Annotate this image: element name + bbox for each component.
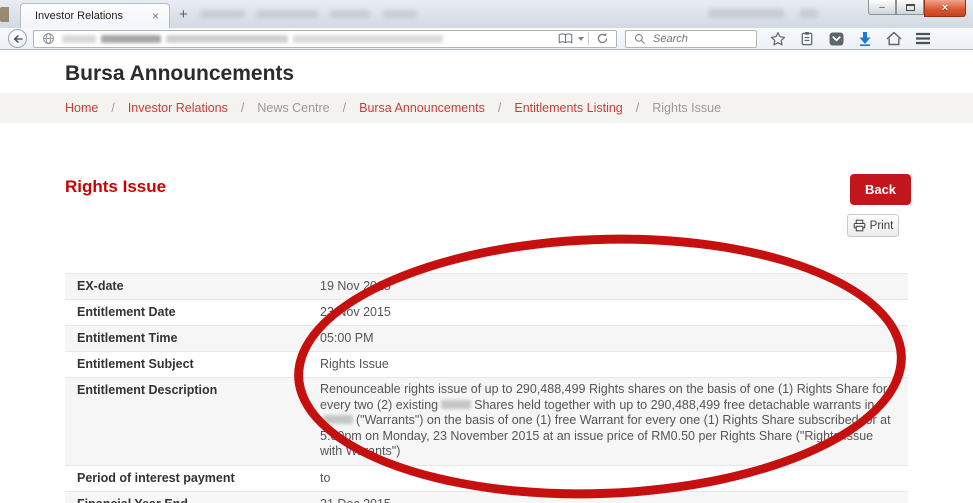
chevron-down-icon[interactable]	[578, 37, 584, 41]
breadcrumb-separator: /	[343, 101, 346, 115]
row-label: Entitlement Description	[65, 378, 308, 465]
print-label: Print	[870, 220, 894, 232]
row-label: EX-date	[65, 274, 308, 299]
row-value: 19 Nov 2015	[308, 274, 908, 299]
back-nav-button[interactable]	[8, 29, 27, 48]
breadcrumb: Home / Investor Relations / News Centre …	[0, 93, 973, 123]
row-value: to	[308, 466, 908, 491]
description-part: Shares held together with up to 290,488,…	[474, 398, 874, 412]
table-row-entitlement-subject: Entitlement Subject Rights Issue	[65, 352, 908, 378]
maximize-icon	[906, 4, 915, 11]
tab-title: Investor Relations	[35, 10, 150, 22]
download-icon[interactable]	[856, 30, 874, 48]
redacted-url	[101, 35, 161, 43]
redacted-url	[166, 35, 288, 43]
tab-investor-relations[interactable]: Investor Relations ×	[20, 3, 170, 28]
redacted-url	[62, 35, 96, 43]
page-content: Bursa Announcements Home / Investor Rela…	[0, 50, 973, 503]
breadcrumb-separator: /	[111, 101, 114, 115]
description-part: ("Warrants") on the basis of one (1) fre…	[320, 413, 891, 458]
row-label: Entitlement Subject	[65, 352, 308, 377]
redacted-text	[330, 10, 370, 18]
redacted-url	[293, 35, 443, 43]
minimize-button[interactable]: –	[868, 0, 896, 15]
breadcrumb-separator: /	[636, 101, 639, 115]
globe-icon	[39, 30, 57, 48]
tab-close-icon[interactable]: ×	[150, 10, 161, 22]
reader-view-icon[interactable]	[556, 30, 574, 48]
breadcrumb-separator: /	[241, 101, 244, 115]
divider	[588, 32, 589, 45]
row-value: 05:00 PM	[308, 326, 908, 351]
row-label: Entitlement Time	[65, 326, 308, 351]
breadcrumb-home[interactable]: Home	[65, 101, 98, 115]
reload-icon[interactable]	[593, 30, 611, 48]
breadcrumb-entitlements-listing[interactable]: Entitlements Listing	[514, 101, 622, 115]
table-row-entitlement-date: Entitlement Date 23 Nov 2015	[65, 300, 908, 326]
new-tab-button[interactable]: +	[179, 6, 188, 23]
breadcrumb-news-centre: News Centre	[257, 101, 329, 115]
row-label: Entitlement Date	[65, 300, 308, 325]
url-bar[interactable]	[33, 30, 617, 48]
bookmarks-clipboard-icon[interactable]	[798, 30, 816, 48]
bookmark-star-icon[interactable]	[769, 30, 787, 48]
row-label: Financial Year End	[65, 492, 308, 503]
close-button[interactable]: ×	[924, 0, 966, 17]
printer-icon	[853, 219, 866, 232]
table-row-ex-date: EX-date 19 Nov 2015	[65, 274, 908, 300]
search-input[interactable]	[653, 33, 743, 45]
table-row-entitlement-description: Entitlement Description Renounceable rig…	[65, 378, 908, 466]
row-value-description: Renounceable rights issue of up to 290,4…	[308, 378, 908, 465]
table-row-entitlement-time: Entitlement Time 05:00 PM	[65, 326, 908, 352]
browser-window: Investor Relations × + – ×	[0, 0, 973, 503]
print-button[interactable]: Print	[847, 214, 899, 237]
redacted-text	[256, 10, 318, 18]
titlebar: Investor Relations × + – ×	[0, 0, 973, 28]
row-label: Period of interest payment	[65, 466, 308, 491]
table-row-financial-year-end: Financial Year End 31 Dec 2015	[65, 492, 908, 503]
breadcrumb-separator: /	[498, 101, 501, 115]
redacted-text	[383, 10, 417, 18]
maximize-button[interactable]	[896, 0, 924, 15]
page-title: Bursa Announcements	[65, 62, 294, 86]
window-edge	[0, 7, 9, 22]
window-controls: – ×	[868, 0, 966, 17]
redacted-company-name	[323, 415, 353, 424]
section-heading: Rights Issue	[65, 177, 166, 197]
pocket-icon[interactable]	[827, 30, 845, 48]
breadcrumb-bursa-announcements[interactable]: Bursa Announcements	[359, 101, 485, 115]
redacted-text	[800, 9, 818, 18]
menu-hamburger-icon[interactable]	[914, 30, 932, 48]
redacted-text	[200, 10, 245, 18]
breadcrumb-investor-relations[interactable]: Investor Relations	[128, 101, 228, 115]
back-button[interactable]: Back	[850, 174, 911, 205]
home-icon[interactable]	[885, 30, 903, 48]
breadcrumb-rights-issue: Rights Issue	[652, 101, 721, 115]
back-arrow-icon	[9, 30, 26, 48]
row-value: 31 Dec 2015	[308, 492, 908, 503]
entitlement-details-table: EX-date 19 Nov 2015 Entitlement Date 23 …	[65, 273, 908, 503]
table-row-period-of-interest-payment: Period of interest payment to	[65, 466, 908, 492]
search-box[interactable]	[625, 30, 757, 48]
redacted-text	[708, 9, 784, 18]
row-value: 23 Nov 2015	[308, 300, 908, 325]
nav-toolbar	[0, 28, 973, 50]
search-icon	[631, 30, 649, 48]
redacted-company-name	[441, 400, 471, 409]
row-value: Rights Issue	[308, 352, 908, 377]
